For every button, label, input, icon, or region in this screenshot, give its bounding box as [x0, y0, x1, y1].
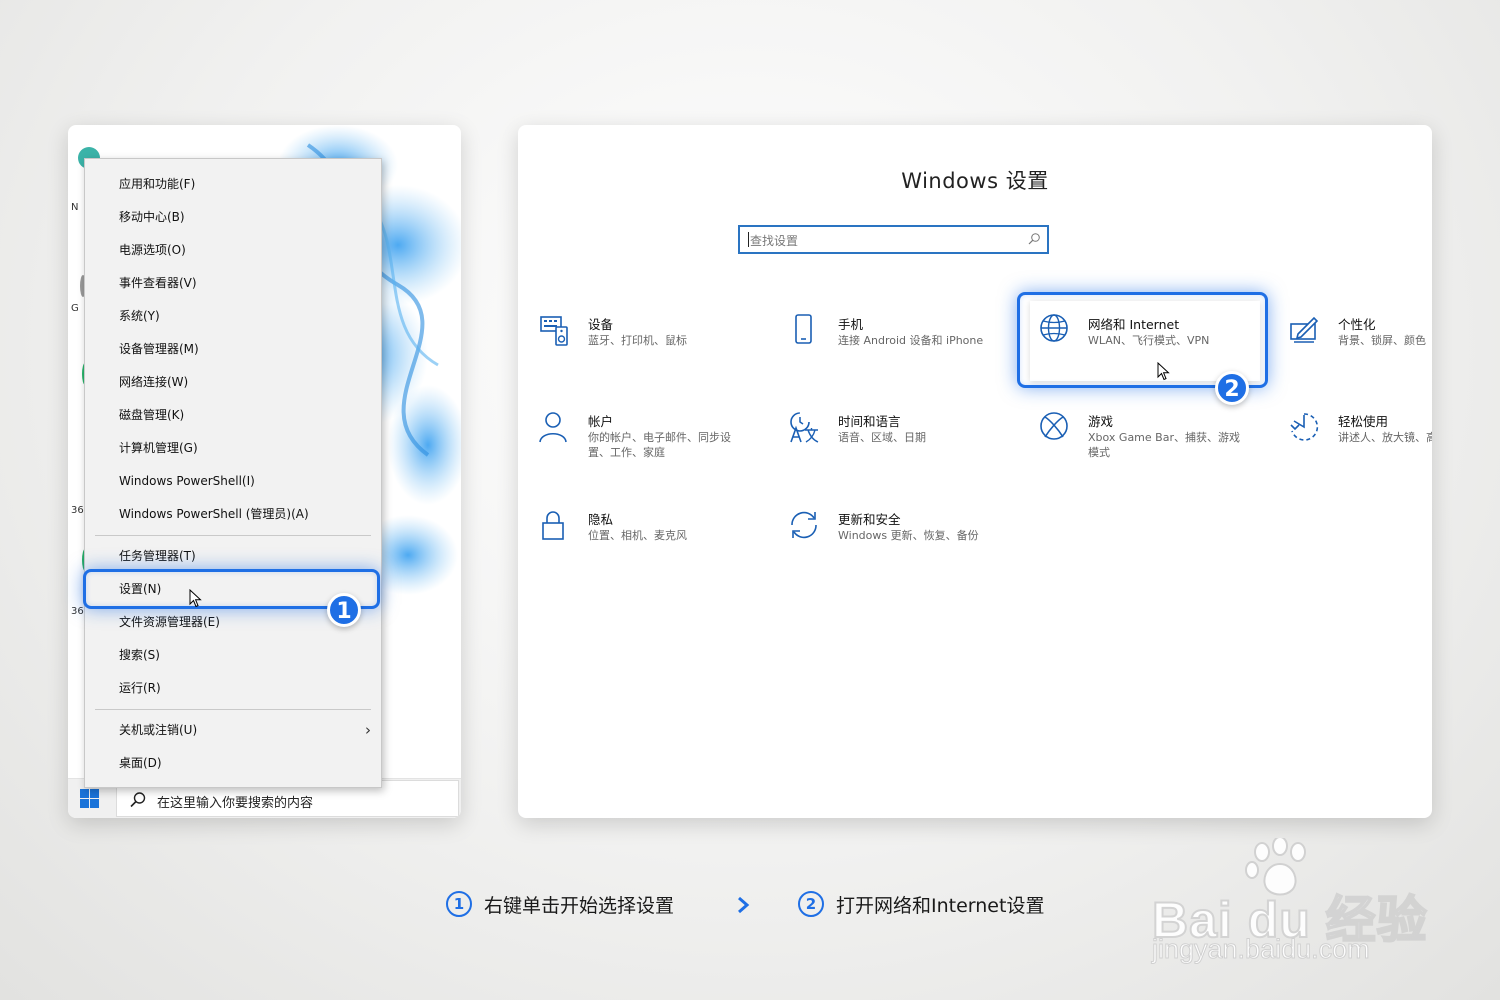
menu-item-powershell-admin[interactable]: Windows PowerShell (管理员)(A)	[85, 498, 381, 530]
settings-tile-personalization[interactable]: 个性化 背景、锁屏、颜色	[1288, 314, 1432, 384]
search-icon	[130, 792, 146, 808]
tile-name: 个性化	[1338, 317, 1376, 332]
settings-tile-accounts[interactable]: 帐户 你的帐户、电子邮件、同步设置、工作、家庭	[538, 411, 768, 481]
search-icon	[1028, 233, 1040, 245]
menu-separator	[95, 709, 371, 710]
taskbar-search-placeholder: 在这里输入你要搜索的内容	[157, 796, 314, 811]
text-caret	[748, 232, 749, 247]
windows-start-button[interactable]	[80, 789, 100, 809]
step-number: 1	[446, 891, 472, 917]
tile-description: Windows 更新、恢复、备份	[838, 529, 979, 542]
settings-tile-update-security[interactable]: 更新和安全 Windows 更新、恢复、备份	[788, 509, 1018, 579]
menu-item-run[interactable]: 运行(R)	[85, 672, 381, 704]
settings-search-input[interactable]: 查找设置	[738, 225, 1049, 254]
tile-description: 位置、相机、麦克风	[588, 529, 687, 542]
settings-tile-ease-of-access[interactable]: 轻松使用 讲述人、放大镜、高	[1288, 411, 1432, 481]
chevron-right-icon: ›	[365, 721, 371, 739]
phone-icon	[795, 314, 812, 344]
menu-item-task-manager[interactable]: 任务管理器(T)	[85, 540, 381, 572]
menu-item-shutdown[interactable]: 关机或注销(U) ›	[85, 714, 381, 746]
xbox-icon	[1040, 412, 1068, 440]
tile-description: 讲述人、放大镜、高	[1338, 431, 1432, 444]
menu-item-disk-management[interactable]: 磁盘管理(K)	[85, 399, 381, 431]
ease-of-access-icon	[1290, 413, 1319, 441]
winx-context-menu: 应用和功能(F) 移动中心(B) 电源选项(O) 事件查看器(V) 系统(Y) …	[84, 158, 382, 788]
settings-tile-devices[interactable]: 设备 蓝牙、打印机、鼠标	[538, 314, 768, 384]
settings-tile-time-language[interactable]: 时间和语言 语音、区域、日期	[788, 411, 1018, 481]
windows-settings-window: Windows 设置 查找设置 设备 蓝牙、打印机、鼠标 手机 连接 Andro…	[518, 125, 1432, 818]
step-badge-1: 1	[327, 593, 361, 627]
step-badge-2: 2	[1215, 371, 1249, 405]
tile-name: 游戏	[1088, 414, 1114, 429]
menu-item-network-connections[interactable]: 网络连接(W)	[85, 366, 381, 398]
tile-description: 背景、锁屏、颜色	[1338, 334, 1426, 347]
baidu-jingyan-watermark: Bai du 经验 jingyan.baidu.com	[1140, 838, 1440, 978]
person-icon	[539, 412, 567, 443]
tile-description: 蓝牙、打印机、鼠标	[588, 334, 687, 347]
desktop-label: G	[71, 303, 79, 314]
keyboard-speaker-icon	[540, 316, 568, 346]
menu-item-mobility-center[interactable]: 移动中心(B)	[85, 201, 381, 233]
tile-description: 语音、区域、日期	[838, 431, 926, 444]
tile-description: 连接 Android 设备和 iPhone	[838, 334, 984, 347]
watermark-url: jingyan.baidu.com	[1152, 934, 1371, 965]
step-text: 右键单击开始选择设置	[484, 895, 675, 917]
tile-name: 手机	[838, 317, 864, 332]
lock-icon	[542, 511, 564, 540]
sync-icon	[791, 511, 817, 539]
menu-item-apps-features[interactable]: 应用和功能(F)	[85, 168, 381, 200]
step-2-caption: 2 打开网络和Internet设置	[798, 890, 1088, 920]
menu-item-power-options[interactable]: 电源选项(O)	[85, 234, 381, 266]
page-title: Windows 设置	[901, 169, 1049, 193]
step-1-caption: 1 右键单击开始选择设置	[446, 890, 706, 920]
pen-tablet-icon	[1290, 316, 1319, 343]
step-text: 打开网络和Internet设置	[836, 895, 1045, 917]
menu-item-system[interactable]: 系统(Y)	[85, 300, 381, 332]
tile-name: 轻松使用	[1338, 414, 1389, 429]
desktop-label: N	[71, 202, 79, 213]
mouse-cursor-icon	[1157, 362, 1170, 381]
menu-item-computer-management[interactable]: 计算机管理(G)	[85, 432, 381, 464]
tile-name: 帐户	[588, 414, 614, 429]
settings-tile-privacy[interactable]: 隐私 位置、相机、麦克风	[538, 509, 768, 579]
menu-item-desktop[interactable]: 桌面(D)	[85, 747, 381, 779]
menu-item-shutdown-label: 关机或注销(U)	[119, 723, 198, 737]
mouse-cursor-icon	[189, 589, 202, 608]
tile-name: 更新和安全	[838, 512, 901, 527]
tile-name: 隐私	[588, 512, 614, 527]
menu-item-search[interactable]: 搜索(S)	[85, 639, 381, 671]
menu-separator	[95, 535, 371, 536]
time-language-icon	[790, 412, 819, 443]
tile-name: 设备	[588, 317, 614, 332]
menu-item-event-viewer[interactable]: 事件查看器(V)	[85, 267, 381, 299]
settings-tile-phone[interactable]: 手机 连接 Android 设备和 iPhone	[788, 314, 1018, 384]
step-number: 2	[798, 891, 824, 917]
tile-name: 时间和语言	[838, 414, 901, 429]
settings-tile-gaming[interactable]: 游戏 Xbox Game Bar、捕获、游戏模式	[1038, 411, 1268, 481]
desktop-label: 36	[71, 606, 84, 617]
chevron-right-icon	[738, 896, 750, 914]
menu-item-device-manager[interactable]: 设备管理器(M)	[85, 333, 381, 365]
tile-description: 你的帐户、电子邮件、同步设置、工作、家庭	[588, 431, 731, 459]
settings-search-placeholder: 查找设置	[750, 234, 799, 248]
menu-item-powershell[interactable]: Windows PowerShell(I)	[85, 465, 381, 497]
tile-description: Xbox Game Bar、捕获、游戏模式	[1088, 431, 1240, 459]
desktop-label: 36	[71, 505, 84, 516]
